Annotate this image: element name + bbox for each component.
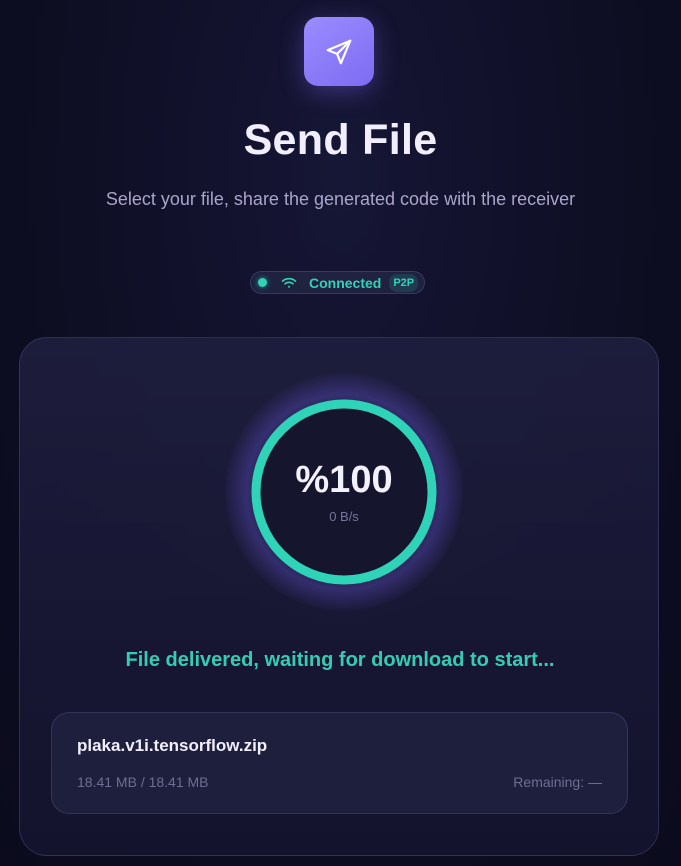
- transfer-card: %100 0 B/s File delivered, waiting for d…: [19, 337, 659, 856]
- app-logo: [304, 17, 374, 86]
- transfer-speed: 0 B/s: [329, 509, 359, 524]
- p2p-badge: P2P: [389, 273, 419, 292]
- page-title: Send File: [243, 116, 438, 164]
- progress-ring: %100 0 B/s: [225, 373, 463, 611]
- file-info-panel: plaka.v1i.tensorflow.zip 18.41 MB / 18.4…: [51, 712, 628, 814]
- page-subtitle: Select your file, share the generated co…: [105, 189, 576, 209]
- transfer-status-message: File delivered, waiting for download to …: [125, 649, 555, 671]
- file-size: 18.41 MB / 18.41 MB: [77, 774, 209, 790]
- paper-plane-icon: [326, 39, 352, 64]
- connection-status-badge: Connected P2P: [250, 271, 425, 294]
- progress-percent: %100: [295, 459, 393, 501]
- wifi-icon: [281, 277, 297, 289]
- time-remaining: Remaining: —: [513, 774, 602, 790]
- connection-status-text: Connected: [309, 274, 382, 291]
- status-dot-icon: [258, 278, 267, 287]
- file-name: plaka.v1i.tensorflow.zip: [77, 736, 268, 755]
